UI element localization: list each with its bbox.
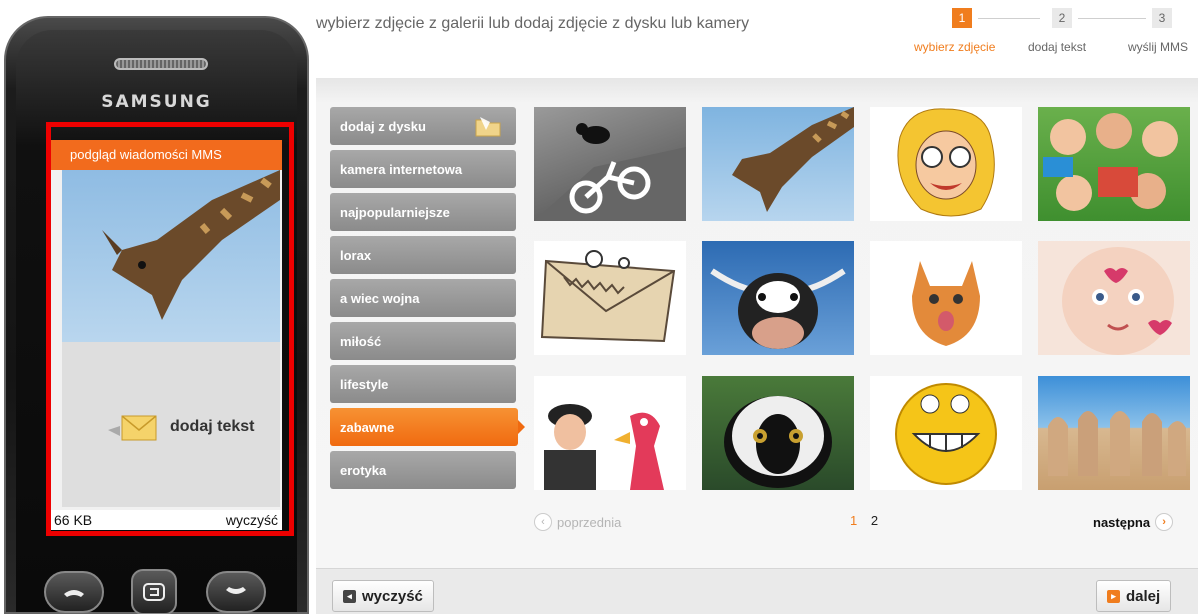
category-erotic[interactable]: erotyka (330, 451, 516, 489)
category-popular[interactable]: najpopularniejsze (330, 193, 516, 231)
category-label: erotyka (340, 463, 387, 478)
pager-previous[interactable]: ‹ poprzednia (534, 513, 621, 531)
preview-highlight-frame (46, 122, 294, 536)
action-bar (316, 568, 1198, 614)
page-2-link[interactable]: 2 (871, 513, 878, 528)
step-3-label: wyślij MMS (1128, 40, 1188, 54)
clear-button[interactable]: ◂ wyczyść (332, 580, 434, 612)
mms-composer: SAMSUNG podgląd wiadomości MMS dodaj tek… (0, 0, 1198, 614)
category-webcam[interactable]: kamera internetowa (330, 150, 516, 188)
thumbnail-dog-bicycle[interactable] (534, 107, 686, 221)
step-1-label: wybierz zdjęcie (914, 40, 996, 54)
thumbnail-man-with-puppet[interactable] (534, 376, 686, 490)
folder-icon (474, 114, 502, 138)
pager-previous-label: poprzednia (557, 514, 622, 530)
category-a-wiec-wojna[interactable]: a wiec wojna (330, 279, 516, 317)
thumbnail-kitten[interactable] (870, 241, 1022, 355)
pager-next[interactable]: następna › (1093, 513, 1174, 531)
clear-button-label: wyczyść (362, 587, 423, 605)
arrow-right-icon: › (1155, 513, 1174, 531)
arrow-left-icon: ‹ (534, 513, 552, 531)
pager-next-label: następna (1093, 514, 1151, 530)
thumbnail-lemur[interactable] (702, 376, 854, 490)
thumbnail-baby[interactable] (1038, 241, 1190, 355)
category-label: kamera internetowa (340, 162, 463, 177)
clear-icon: ◂ (343, 589, 356, 603)
category-label: lorax (340, 248, 372, 263)
thumbnail-envelope-monster[interactable] (534, 241, 686, 355)
category-label: najpopularniejsze (340, 205, 450, 220)
category-lorax[interactable]: lorax (330, 236, 516, 274)
steps-indicator: 1 2 3 wybierz zdjęcie dodaj tekst wyślij… (900, 8, 1198, 68)
category-label: dodaj z dysku (340, 119, 426, 134)
category-label: a wiec wojna (340, 291, 420, 306)
thumbnail-cartoon-woman[interactable] (870, 107, 1022, 221)
category-list: dodaj z dysku kamera internetowa najpopu… (330, 107, 525, 494)
category-love[interactable]: miłość (330, 322, 516, 360)
pager-pages: 1 2 (850, 513, 878, 528)
thumbnail-kids[interactable] (1038, 107, 1190, 221)
next-button[interactable]: ▸ dalej (1096, 580, 1172, 612)
instructions-text: wybierz zdjęcie z galerii lub dodaj zdję… (316, 15, 750, 32)
step-divider (978, 18, 1040, 19)
thumbnail-giraffe[interactable] (702, 107, 854, 221)
call-button-icon (44, 571, 104, 613)
step-3-number: 3 (1152, 8, 1172, 28)
category-label: zabawne (340, 420, 395, 435)
category-lifestyle[interactable]: lifestyle (330, 365, 516, 403)
phone-brand: SAMSUNG (101, 92, 212, 112)
next-button-label: dalej (1126, 587, 1161, 605)
step-2-label: dodaj tekst (1028, 40, 1087, 54)
page-1-link[interactable]: 1 (850, 513, 857, 528)
category-add-from-disk[interactable]: dodaj z dysku (330, 107, 516, 145)
end-call-button-icon (206, 571, 266, 613)
category-label: lifestyle (340, 377, 389, 392)
category-funny[interactable]: zabawne (330, 408, 525, 446)
phone-buttons (26, 563, 281, 614)
step-2-number: 2 (1052, 8, 1072, 28)
category-label: miłość (340, 334, 382, 349)
back-button-icon (131, 569, 177, 614)
next-icon: ▸ (1107, 589, 1120, 603)
thumbnail-feet-beach[interactable] (1038, 376, 1190, 490)
step-divider (1078, 18, 1146, 19)
phone-speaker (114, 58, 208, 70)
thumbnail-cow[interactable] (702, 241, 854, 355)
thumbnail-smiley[interactable] (870, 376, 1022, 490)
step-1-number: 1 (952, 8, 972, 28)
